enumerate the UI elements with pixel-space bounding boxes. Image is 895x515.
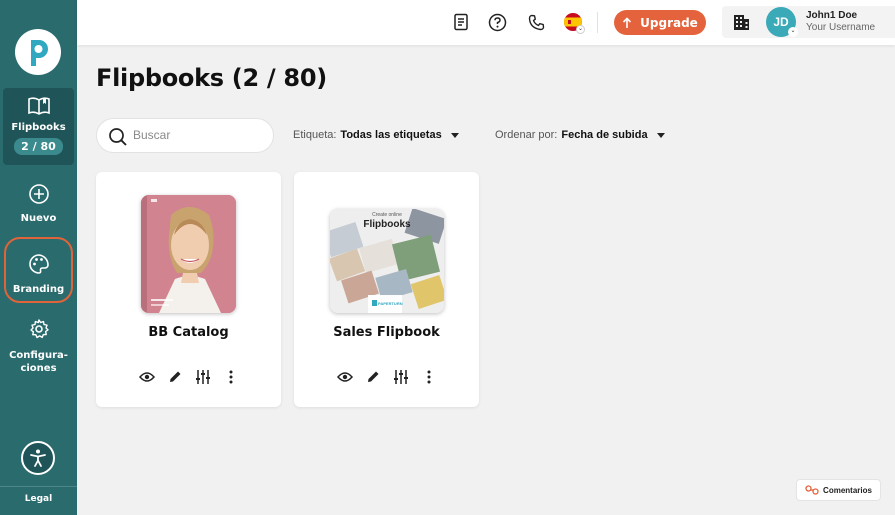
sort-label: Ordenar por:	[495, 129, 558, 141]
settings-sliders-icon[interactable]	[195, 369, 211, 385]
sidebar-item-label-line1: Configura-	[9, 349, 68, 361]
user-username: Your Username	[806, 22, 876, 33]
sidebar-item-label: Branding	[12, 284, 65, 295]
edit-icon[interactable]	[365, 369, 381, 385]
search-icon	[109, 128, 127, 146]
sidebar-item-label-line2: ciones	[20, 363, 57, 374]
flipbook-card[interactable]: BB Catalog	[96, 172, 281, 407]
edit-icon[interactable]	[167, 369, 183, 385]
app-logo[interactable]	[15, 29, 61, 75]
flipbook-cover-image[interactable]	[141, 195, 236, 313]
card-actions	[294, 369, 479, 385]
view-icon[interactable]	[138, 369, 155, 385]
accessibility-button[interactable]	[21, 441, 55, 475]
search-box	[96, 118, 274, 153]
sidebar-item-label: Nuevo	[20, 213, 57, 224]
user-menu[interactable]: JD ⌄ John1 Doe Your Username	[722, 6, 895, 38]
flipbook-count-badge: 2 / 80	[14, 138, 63, 155]
legal-link[interactable]: Legal	[0, 494, 77, 504]
card-actions	[96, 369, 281, 385]
flipbook-title[interactable]: BB Catalog	[96, 325, 281, 340]
page-title: Flipbooks (2 / 80)	[96, 64, 327, 92]
settings-sliders-icon[interactable]	[393, 369, 409, 385]
sort-value: Fecha de subida	[561, 129, 648, 141]
paperturn-logo-icon	[31, 40, 48, 66]
phone-icon[interactable]	[526, 12, 546, 32]
upgrade-label: Upgrade	[640, 15, 698, 30]
flipbook-title[interactable]: Sales Flipbook	[294, 325, 479, 340]
help-icon[interactable]	[487, 12, 507, 32]
tag-filter-value: Todas las etiquetas	[340, 129, 442, 141]
top-bar: ⌄ Upgrade JD ⌄ John1 Doe Your Username	[77, 0, 895, 45]
sidebar-item-branding[interactable]: Branding	[4, 237, 73, 303]
gear-icon	[29, 319, 49, 339]
upgrade-button[interactable]: Upgrade	[614, 10, 706, 35]
comments-label: Comentarios	[823, 485, 872, 495]
sidebar-item-flipbooks[interactable]: Flipbooks 2 / 80	[3, 88, 74, 165]
tag-filter-dropdown[interactable]: Etiqueta: Todas las etiquetas	[293, 129, 459, 141]
caret-down-icon	[450, 132, 459, 138]
cover-brand-text: PAPERTURN	[378, 301, 403, 306]
building-icon[interactable]	[731, 12, 751, 32]
topbar-divider	[597, 12, 598, 33]
sidebar-divider	[0, 486, 77, 487]
more-options-icon[interactable]	[421, 369, 437, 385]
accessibility-icon	[30, 449, 46, 467]
search-input[interactable]	[133, 128, 263, 142]
view-icon[interactable]	[336, 369, 353, 385]
palette-icon	[28, 254, 49, 274]
flipbook-card[interactable]: Create online Flipbooks PAPERTURN Sales …	[294, 172, 479, 407]
comments-icon	[805, 485, 819, 495]
plus-circle-icon	[28, 184, 49, 204]
tag-filter-label: Etiqueta:	[293, 129, 337, 141]
arrow-up-icon	[623, 16, 632, 28]
user-name: John1 Doe	[806, 10, 858, 21]
sort-dropdown[interactable]: Ordenar por: Fecha de subida	[495, 129, 665, 141]
sidebar-item-configuraciones[interactable]: Configura- ciones	[3, 318, 74, 378]
cover-heading-text: Flipbooks	[363, 219, 411, 230]
more-options-icon[interactable]	[223, 369, 239, 385]
sidebar: Flipbooks 2 / 80 Nuevo Branding Configur…	[0, 0, 77, 515]
sidebar-item-nuevo[interactable]: Nuevo	[3, 183, 74, 231]
avatar-chevron-icon[interactable]: ⌄	[788, 27, 798, 37]
caret-down-icon	[656, 132, 665, 138]
cover-top-text: Create online	[372, 212, 402, 218]
language-chevron-icon[interactable]: ⌄	[576, 25, 585, 34]
document-icon[interactable]	[451, 12, 471, 32]
book-open-icon	[27, 97, 50, 115]
comments-button[interactable]: Comentarios	[796, 479, 881, 501]
sidebar-item-label: Flipbooks	[11, 122, 66, 133]
flipbook-cover-image[interactable]: Create online Flipbooks PAPERTURN	[330, 209, 444, 313]
